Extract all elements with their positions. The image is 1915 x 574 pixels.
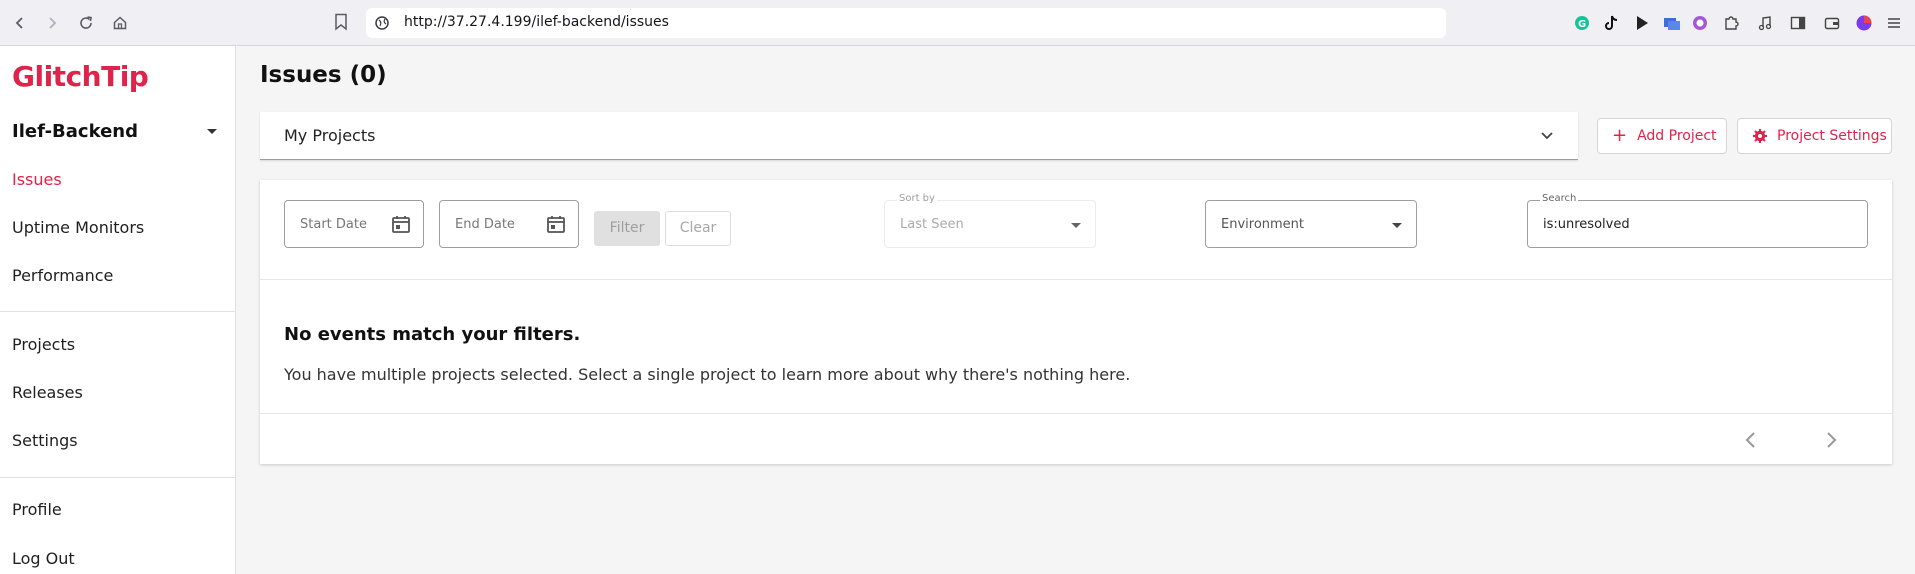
- svg-text:G: G: [1578, 19, 1586, 30]
- glitchtip-logo[interactable]: GlitchTip: [12, 60, 149, 93]
- extension-purple-icon[interactable]: [1690, 13, 1710, 33]
- project-settings-button[interactable]: Project Settings: [1737, 118, 1892, 154]
- forward-icon[interactable]: [38, 9, 66, 37]
- menu-icon[interactable]: [1884, 13, 1904, 33]
- environment-placeholder: Environment: [1221, 217, 1305, 232]
- sidebar-item-log-out[interactable]: Log Out: [12, 549, 75, 568]
- tiktok-icon[interactable]: [1602, 13, 1622, 33]
- sidebar-item-issues[interactable]: Issues: [12, 170, 62, 189]
- url-bar[interactable]: http://37.27.4.199/ilef-backend/issues: [366, 8, 1446, 38]
- page-title: Issues (0): [260, 62, 387, 88]
- chevron-down-icon[interactable]: [1540, 128, 1554, 142]
- previous-page-icon[interactable]: [1739, 428, 1763, 452]
- search-input[interactable]: is:unresolved: [1543, 217, 1630, 232]
- profile-avatar-icon[interactable]: [1854, 13, 1874, 33]
- sidebar-item-profile[interactable]: Profile: [12, 500, 62, 519]
- sidebar-item-projects[interactable]: Projects: [12, 335, 75, 354]
- url-text: http://37.27.4.199/ilef-backend/issues: [404, 14, 669, 30]
- sidebar-toggle-icon[interactable]: [1788, 13, 1808, 33]
- filter-button[interactable]: Filter: [594, 211, 660, 246]
- extensions-puzzle-icon[interactable]: [1721, 13, 1741, 33]
- play-icon[interactable]: [1632, 13, 1652, 33]
- sidebar-item-performance[interactable]: Performance: [12, 266, 113, 285]
- end-date-field[interactable]: End Date: [439, 200, 579, 248]
- bookmark-icon[interactable]: [334, 13, 348, 35]
- home-icon[interactable]: [106, 9, 134, 37]
- reload-icon[interactable]: [72, 9, 100, 37]
- project-settings-label: Project Settings: [1777, 128, 1887, 144]
- org-dropdown-caret-icon[interactable]: [207, 129, 217, 134]
- empty-state-title: No events match your filters.: [284, 324, 581, 345]
- sort-by-value: Last Seen: [900, 217, 964, 232]
- sidebar: GlitchTip Ilef-Backend Issues Uptime Mon…: [0, 46, 236, 574]
- issues-card: Start Date End Date Filter Clear Sort by…: [260, 180, 1892, 464]
- divider: [260, 279, 1892, 280]
- sidebar-divider: [0, 477, 235, 478]
- search-label: Search: [1540, 193, 1579, 204]
- grammarly-icon[interactable]: G: [1572, 13, 1592, 33]
- start-date-field[interactable]: Start Date: [284, 200, 424, 248]
- clear-button[interactable]: Clear: [665, 211, 731, 246]
- next-page-icon[interactable]: [1819, 428, 1843, 452]
- end-date-placeholder: End Date: [455, 217, 515, 232]
- project-selector[interactable]: My Projects: [260, 112, 1578, 160]
- empty-state-text: You have multiple projects selected. Sel…: [284, 365, 1131, 384]
- search-field[interactable]: Search is:unresolved: [1527, 193, 1868, 248]
- start-date-placeholder: Start Date: [300, 217, 367, 232]
- caret-down-icon: [1071, 223, 1081, 228]
- back-icon[interactable]: [6, 9, 34, 37]
- sort-by-label: Sort by: [897, 193, 937, 204]
- plus-icon: +: [1612, 125, 1628, 146]
- divider: [260, 413, 1892, 414]
- project-selector-label: My Projects: [284, 126, 376, 145]
- caret-down-icon: [1392, 223, 1402, 228]
- sidebar-item-settings[interactable]: Settings: [12, 431, 78, 450]
- wallet-icon[interactable]: [1822, 13, 1842, 33]
- screen-icon[interactable]: [1662, 13, 1682, 33]
- site-info-icon[interactable]: [374, 15, 390, 31]
- calendar-icon[interactable]: [391, 214, 411, 234]
- organization-name[interactable]: Ilef-Backend: [12, 121, 138, 142]
- add-project-button[interactable]: + Add Project: [1597, 118, 1727, 154]
- sidebar-item-uptime-monitors[interactable]: Uptime Monitors: [12, 218, 144, 237]
- gear-icon: [1753, 129, 1767, 143]
- sort-by-select[interactable]: Sort by Last Seen: [884, 193, 1096, 248]
- sidebar-item-releases[interactable]: Releases: [12, 383, 83, 402]
- browser-toolbar: http://37.27.4.199/ilef-backend/issues G: [0, 0, 1915, 46]
- sidebar-divider: [0, 311, 235, 312]
- music-icon[interactable]: [1755, 13, 1775, 33]
- environment-select[interactable]: Environment: [1205, 200, 1417, 248]
- add-project-label: Add Project: [1637, 128, 1717, 144]
- calendar-icon[interactable]: [546, 214, 566, 234]
